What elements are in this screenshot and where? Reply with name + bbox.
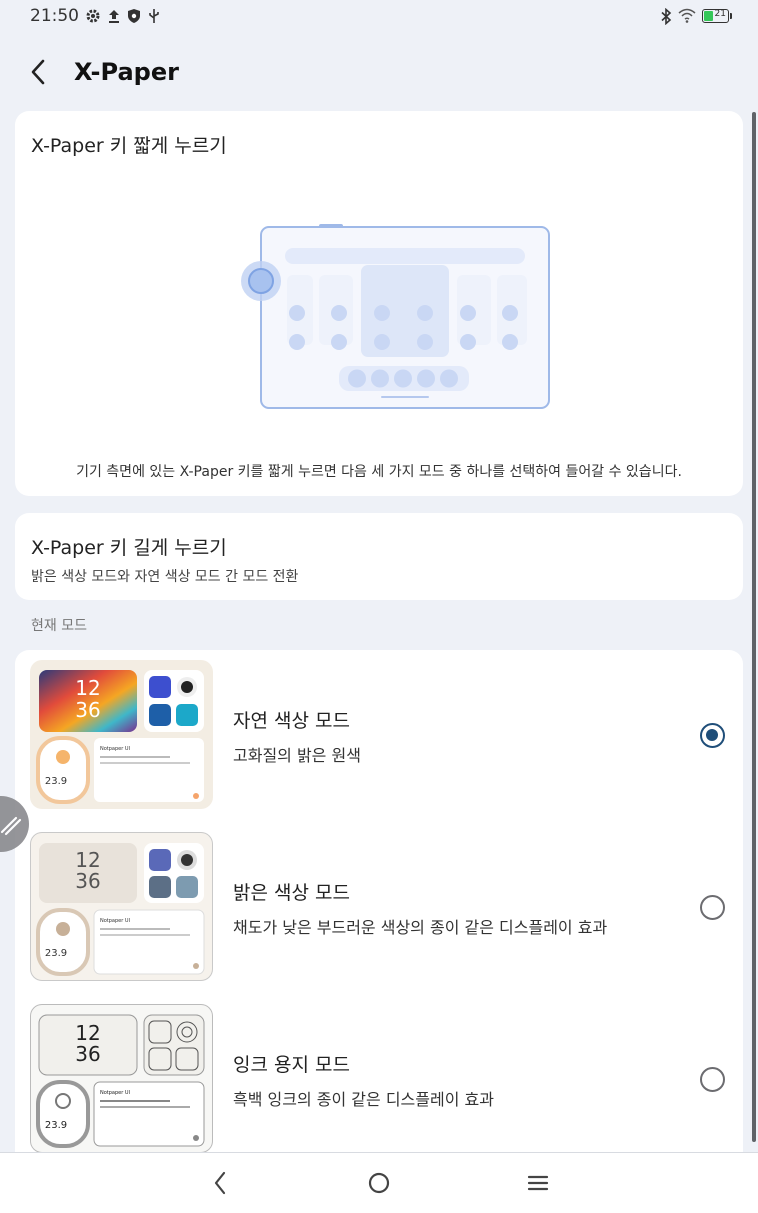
wifi-icon bbox=[678, 8, 696, 23]
long-press-description: 밝은 색상 모드와 자연 색상 모드 간 모드 전환 bbox=[31, 569, 299, 585]
thumb-ring-value: 23.9 bbox=[45, 776, 67, 787]
scrollbar[interactable] bbox=[752, 112, 756, 1142]
long-press-title: X-Paper 키 길게 누르기 bbox=[31, 537, 227, 559]
mode-description: 채도가 낮은 부드러운 색상의 종이 같은 디스플레이 효과 bbox=[233, 918, 608, 937]
mode-description: 흑백 잉크의 종이 같은 디스플레이 효과 bbox=[233, 1090, 494, 1109]
pen-icon bbox=[0, 816, 22, 836]
status-right: 21 bbox=[660, 7, 732, 25]
settings-icon bbox=[86, 9, 100, 23]
mode-radio-natural[interactable] bbox=[700, 723, 725, 748]
bright-mode-thumbnail: 12 36 23.9 Notpaper UI bbox=[30, 832, 213, 981]
mode-option-ink[interactable]: 12 36 23.9 Notpaper UI 잉크 용지 모드 흑백 잉크의 종… bbox=[15, 994, 743, 1154]
current-mode-label: 현재 모드 bbox=[31, 618, 87, 634]
page-title: X-Paper bbox=[74, 58, 179, 86]
nav-menu-button[interactable] bbox=[514, 1159, 562, 1207]
home-icon bbox=[368, 1172, 390, 1194]
status-time: 21:50 bbox=[30, 6, 79, 26]
app-header: X-Paper bbox=[0, 52, 758, 92]
battery-level: 21 bbox=[714, 9, 726, 19]
long-press-card[interactable]: X-Paper 키 길게 누르기 밝은 색상 모드와 자연 색상 모드 간 모드… bbox=[15, 513, 743, 600]
ink-mode-thumbnail: 12 36 23.9 Notpaper UI bbox=[30, 1004, 213, 1153]
nav-home-button[interactable] bbox=[355, 1159, 403, 1207]
menu-icon bbox=[528, 1175, 549, 1191]
short-press-title: X-Paper 키 짧게 누르기 bbox=[31, 135, 227, 157]
thumb-ring-value: 23.9 bbox=[45, 1120, 67, 1131]
mode-title: 잉크 용지 모드 bbox=[233, 1054, 350, 1076]
thumb-clock-hours: 12 bbox=[75, 676, 100, 700]
mode-option-natural[interactable]: 12 36 23.9 Notpaper UI 자연 색상 모드 고화질의 밝은 … bbox=[15, 650, 743, 810]
short-press-card: X-Paper 키 짧게 누르기 기기 측면에 있는 X-Paper 키를 짧게… bbox=[15, 111, 743, 496]
back-button[interactable] bbox=[18, 52, 58, 92]
mode-radio-bright[interactable] bbox=[700, 895, 725, 920]
back-icon bbox=[214, 1171, 225, 1195]
thumb-clock-minutes: 36 bbox=[75, 869, 100, 893]
back-arrow-icon bbox=[31, 59, 45, 85]
mode-title: 밝은 색상 모드 bbox=[233, 882, 350, 904]
upload-icon bbox=[109, 10, 119, 23]
status-bar: 21:50 21 bbox=[0, 0, 758, 32]
thumb-ring-value: 23.9 bbox=[45, 948, 67, 959]
thumb-clock-minutes: 36 bbox=[75, 698, 100, 722]
mode-description: 고화질의 밝은 원색 bbox=[233, 746, 361, 765]
mode-option-bright[interactable]: 12 36 23.9 Notpaper UI 밝은 색상 모드 채도가 낮은 부… bbox=[15, 822, 743, 982]
navigation-bar bbox=[0, 1152, 758, 1213]
tablet-illustration bbox=[241, 224, 550, 409]
mode-radio-ink[interactable] bbox=[700, 1067, 725, 1092]
mode-list-card: 12 36 23.9 Notpaper UI 자연 색상 모드 고화질의 밝은 … bbox=[15, 650, 743, 1170]
bluetooth-icon bbox=[661, 7, 672, 25]
battery-icon: 21 bbox=[702, 9, 732, 23]
usb-icon bbox=[149, 9, 159, 23]
natural-mode-thumbnail: 12 36 23.9 Notpaper UI bbox=[30, 660, 213, 809]
thumb-clock-minutes: 36 bbox=[75, 1042, 100, 1066]
thumb-card-title: Notpaper UI bbox=[100, 1090, 130, 1096]
thumb-card-title: Notpaper UI bbox=[100, 918, 130, 924]
thumb-card-title: Notpaper UI bbox=[100, 746, 130, 752]
short-press-description: 기기 측면에 있는 X-Paper 키를 짧게 누르면 다음 세 가지 모드 중… bbox=[76, 464, 682, 480]
mode-title: 자연 색상 모드 bbox=[233, 710, 350, 732]
status-left: 21:50 bbox=[30, 6, 161, 26]
shield-icon bbox=[128, 9, 140, 23]
nav-back-button[interactable] bbox=[196, 1159, 244, 1207]
